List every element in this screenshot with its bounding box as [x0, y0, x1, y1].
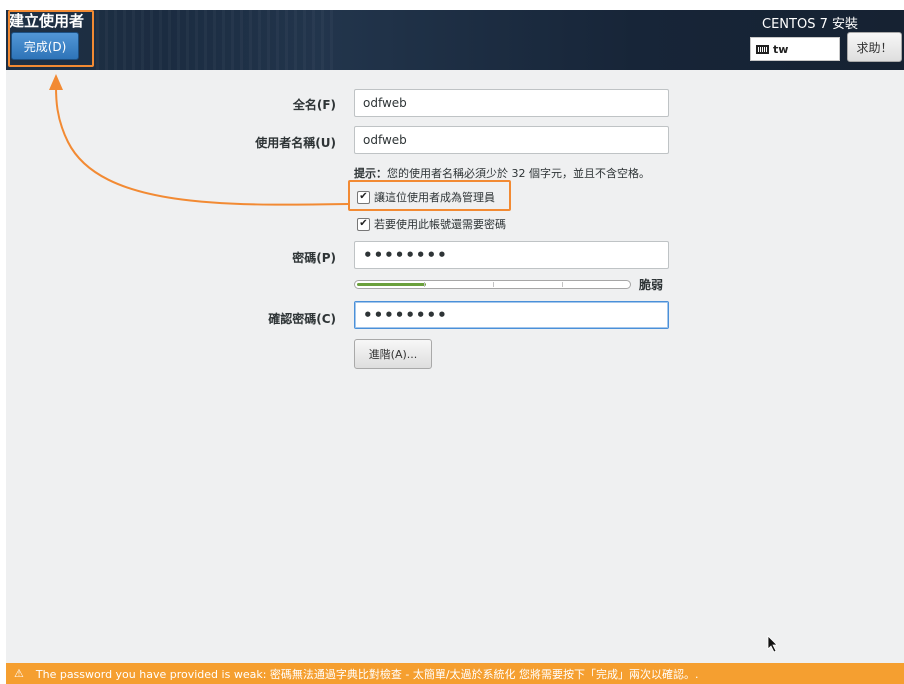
- header-decoration: [96, 10, 336, 70]
- warning-bar: ⚠ The password you have provided is weak…: [6, 663, 904, 684]
- username-field[interactable]: odfweb: [354, 126, 669, 154]
- keyboard-layout-indicator[interactable]: tw: [750, 37, 840, 61]
- password-field[interactable]: ••••••••: [354, 241, 669, 269]
- username-value: odfweb: [363, 133, 407, 147]
- keyboard-layout-label: tw: [773, 42, 789, 56]
- advanced-button[interactable]: 進階(A)...: [354, 339, 432, 369]
- fullname-field[interactable]: odfweb: [354, 89, 669, 117]
- strength-segment-divider: [424, 282, 425, 287]
- password-strength-bar: [354, 280, 631, 289]
- header-bar: 建立使用者 完成(D) CENTOS 7 安裝 tw 求助！: [6, 10, 904, 70]
- confirm-password-label: 確認密碼(C): [268, 312, 336, 326]
- highlight-box-admin: [348, 180, 511, 211]
- password-strength-label: 脆弱: [639, 278, 664, 292]
- confirm-password-value: ••••••••: [363, 306, 448, 324]
- username-hint: 提示：您的使用者名稱必須少於 32 個字元，並且不含空格。: [354, 165, 650, 181]
- annotation-arrow-head: [49, 74, 63, 90]
- help-button[interactable]: 求助！: [847, 32, 902, 62]
- password-strength-fill: [357, 283, 426, 286]
- warning-text: The password you have provided is weak: …: [35, 667, 699, 681]
- require-password-label: 若要使用此帳號還需要密碼: [374, 218, 506, 231]
- username-label: 使用者名稱(U): [255, 136, 336, 150]
- confirm-password-field[interactable]: ••••••••: [354, 301, 669, 329]
- keyboard-icon: [756, 44, 769, 54]
- fullname-label: 全名(F): [292, 98, 336, 112]
- strength-segment-divider: [562, 282, 563, 287]
- hint-text: 您的使用者名稱必須少於 32 個字元，並且不含空格。: [387, 167, 650, 180]
- strength-segment-divider: [493, 282, 494, 287]
- install-title: CENTOS 7 安裝: [762, 17, 858, 32]
- password-label: 密碼(P): [292, 251, 336, 265]
- fullname-value: odfweb: [363, 96, 407, 110]
- mouse-pointer-icon: [767, 635, 778, 653]
- require-password-row[interactable]: ✔ 若要使用此帳號還需要密碼: [357, 216, 506, 232]
- hint-prefix: 提示：: [354, 167, 387, 180]
- password-value: ••••••••: [363, 246, 448, 264]
- installer-window: 建立使用者 完成(D) CENTOS 7 安裝 tw 求助！ 全名(F) odf…: [6, 10, 904, 684]
- require-password-checkbox[interactable]: ✔: [357, 217, 370, 231]
- warning-icon: ⚠: [14, 667, 24, 680]
- highlight-box-done: [8, 10, 94, 67]
